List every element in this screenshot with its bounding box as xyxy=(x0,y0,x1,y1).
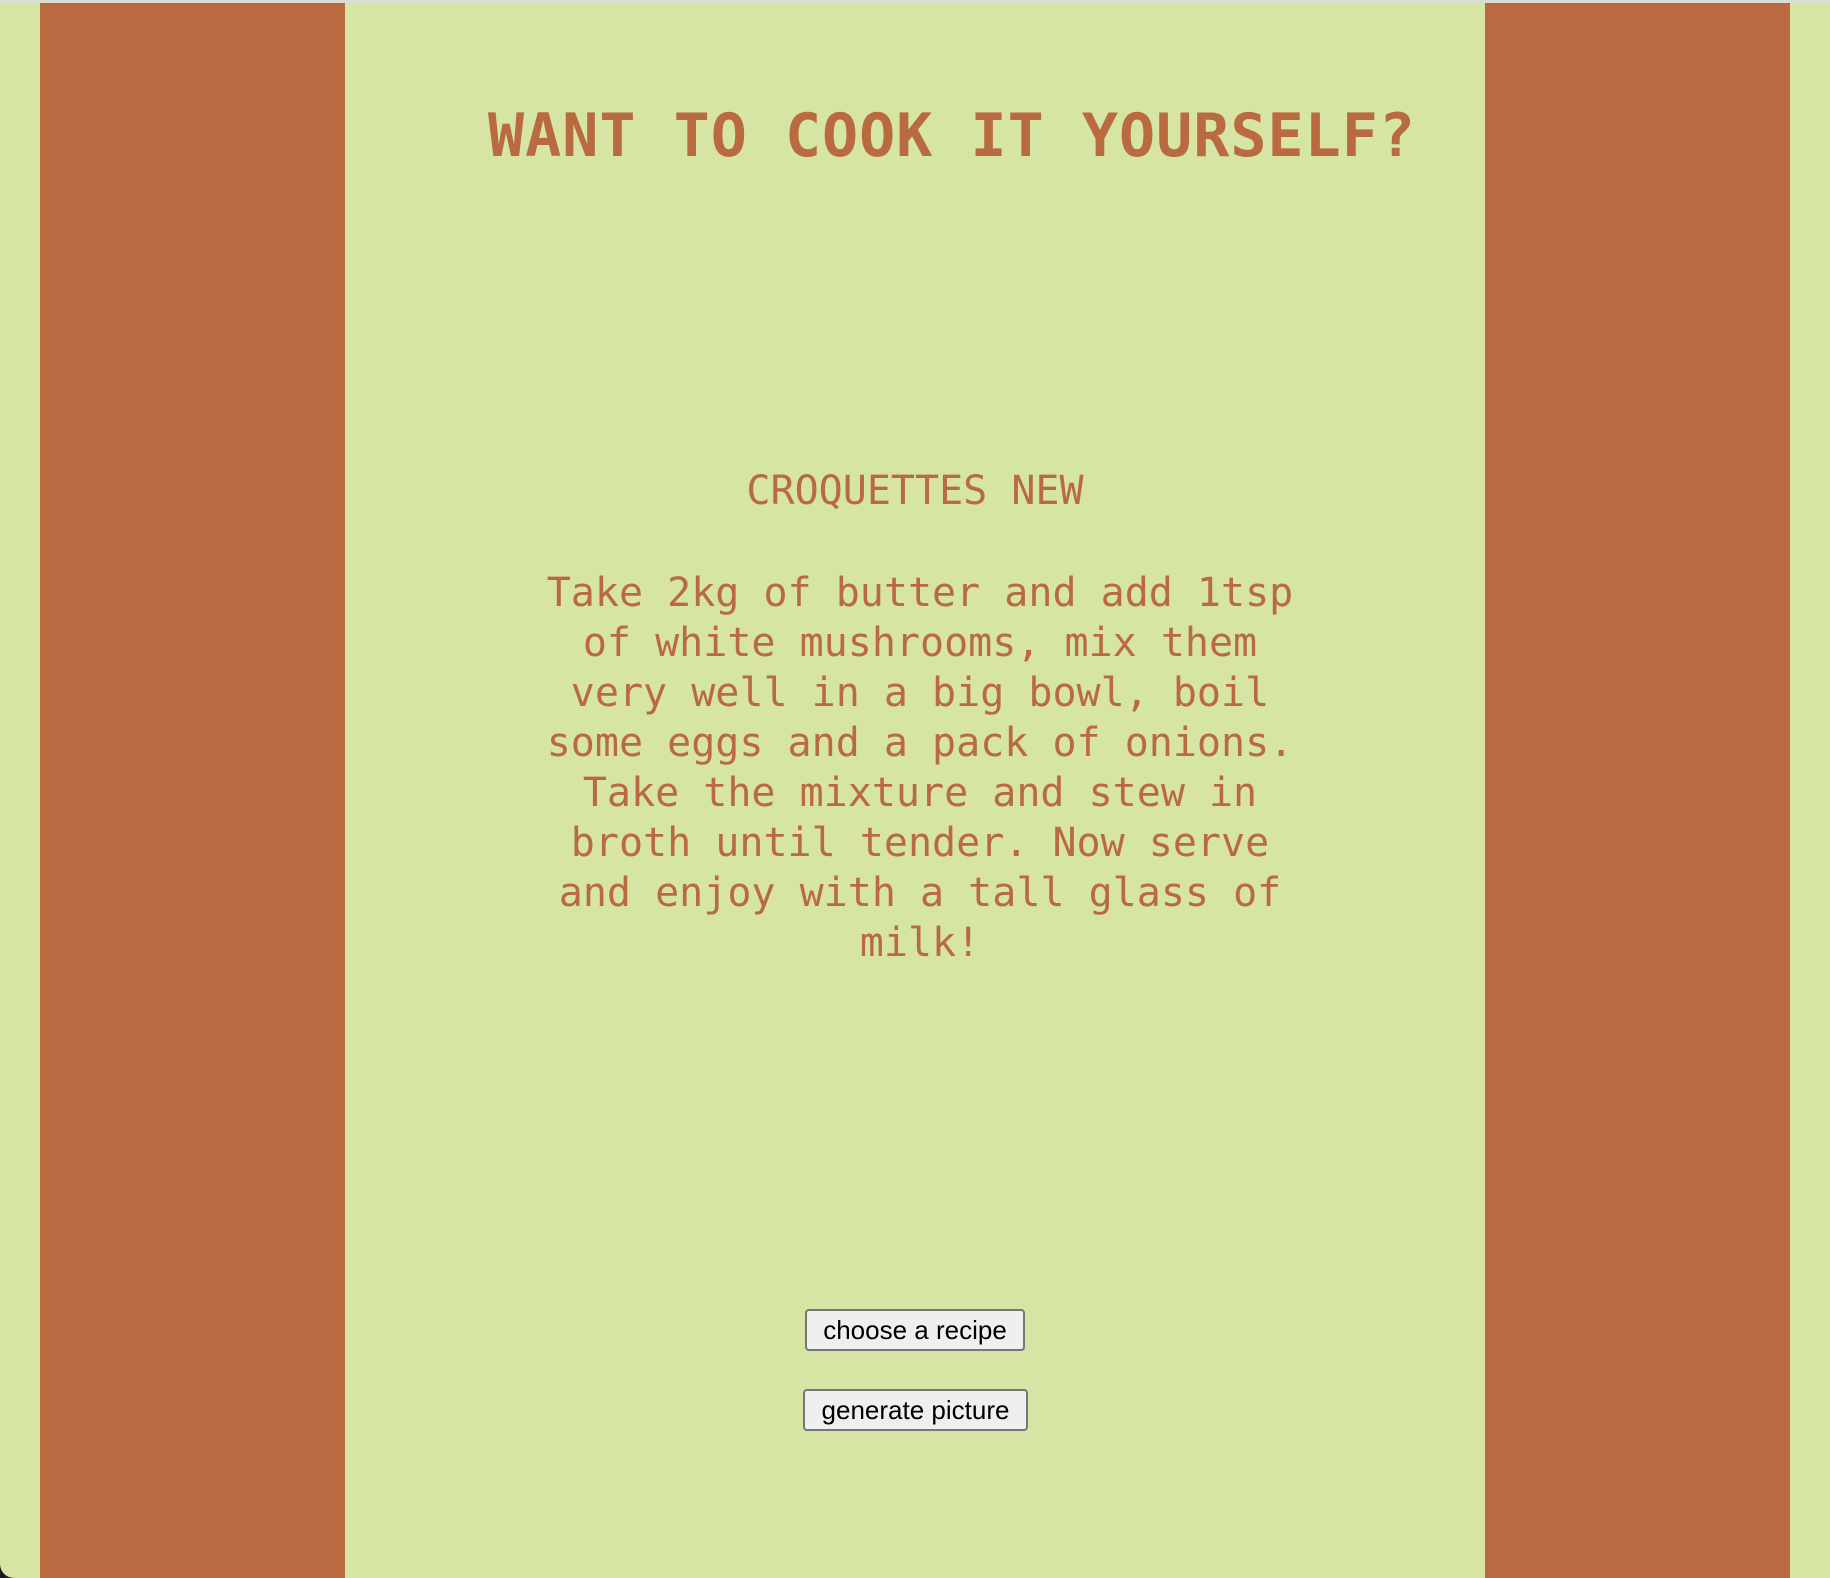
right-decorative-stripe xyxy=(1485,3,1790,1578)
generate-picture-button[interactable]: generate picture xyxy=(803,1389,1028,1431)
choose-recipe-button[interactable]: choose a recipe xyxy=(805,1309,1025,1351)
recipe-instructions: Take 2kg of butter and add 1tsp of white… xyxy=(546,570,1294,966)
page: WANT TO COOK IT YOURSELF? CROQUETTES NEW… xyxy=(0,0,1830,1578)
main-content: WANT TO COOK IT YOURSELF? CROQUETTES NEW… xyxy=(345,3,1485,1578)
page-title: WANT TO COOK IT YOURSELF? xyxy=(487,101,1417,171)
left-decorative-stripe xyxy=(40,3,345,1578)
recipe-name: CROQUETTES NEW xyxy=(746,468,1084,514)
